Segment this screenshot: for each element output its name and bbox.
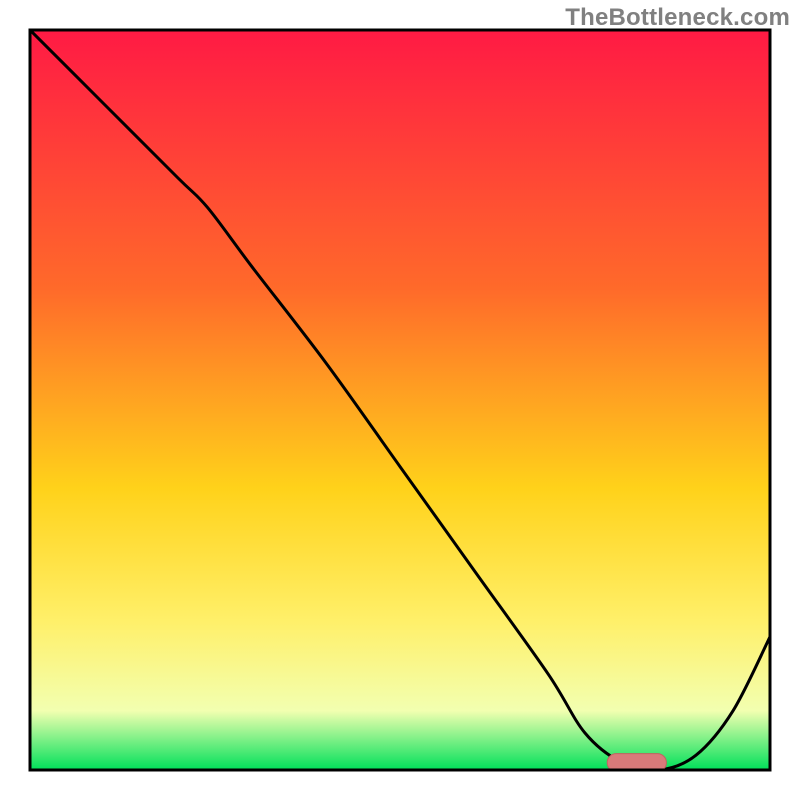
bottleneck-chart [0, 0, 800, 800]
watermark-label: TheBottleneck.com [565, 4, 790, 32]
chart-stage: TheBottleneck.com [0, 0, 800, 800]
